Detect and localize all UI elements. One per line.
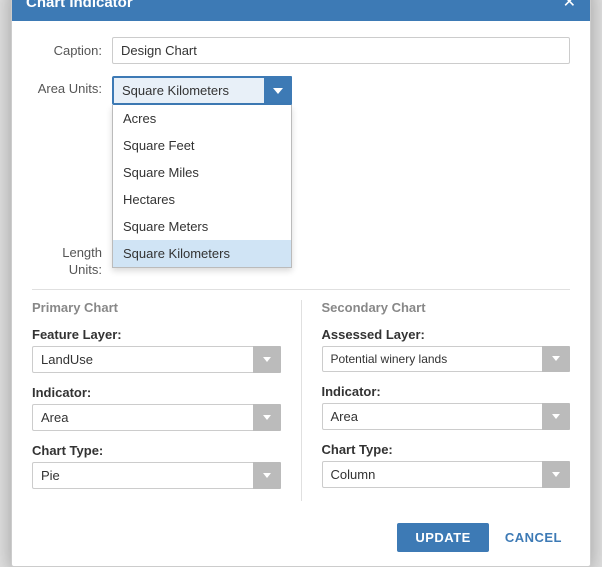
close-button[interactable]: ✕	[563, 0, 576, 11]
area-units-option-acres[interactable]: Acres	[113, 105, 291, 132]
primary-feature-layer-dropdown[interactable]: LandUse	[32, 346, 281, 373]
primary-chart-type-dropdown[interactable]: Pie	[32, 462, 281, 489]
primary-indicator-dropdown[interactable]: Area	[32, 404, 281, 431]
area-units-option-sqmeters[interactable]: Square Meters	[113, 213, 291, 240]
primary-chart-type-value[interactable]: Pie	[32, 462, 281, 489]
update-button[interactable]: UPDATE	[397, 523, 488, 552]
secondary-assessed-layer-value[interactable]: Potential winery lands	[322, 346, 571, 372]
primary-chart-column: Primary Chart Feature Layer: LandUse Ind…	[32, 300, 302, 501]
area-units-option-sqfeet[interactable]: Square Feet	[113, 132, 291, 159]
dialog-title: Chart Indicator	[26, 0, 133, 11]
secondary-assessed-layer-label: Assessed Layer:	[322, 327, 571, 342]
charts-section: Primary Chart Feature Layer: LandUse Ind…	[32, 300, 570, 501]
primary-feature-layer-label: Feature Layer:	[32, 327, 281, 342]
primary-chart-type-label: Chart Type:	[32, 443, 281, 458]
secondary-assessed-layer-dropdown[interactable]: Potential winery lands	[322, 346, 571, 372]
area-units-menu: Acres Square Feet Square Miles Hectares …	[112, 105, 292, 268]
primary-indicator-value[interactable]: Area	[32, 404, 281, 431]
divider	[32, 289, 570, 290]
area-units-option-sqmiles[interactable]: Square Miles	[113, 159, 291, 186]
secondary-indicator-dropdown[interactable]: Area	[322, 403, 571, 430]
length-units-label: LengthUnits:	[32, 245, 112, 279]
primary-feature-layer-value[interactable]: LandUse	[32, 346, 281, 373]
area-units-selected[interactable]: Square Kilometers	[112, 76, 292, 105]
secondary-chart-title: Secondary Chart	[322, 300, 571, 315]
cancel-button[interactable]: CANCEL	[497, 523, 570, 552]
area-units-label: Area Units:	[32, 76, 112, 96]
dialog-body: Caption: Area Units: Square Kilometers A…	[12, 21, 590, 513]
secondary-chart-column: Secondary Chart Assessed Layer: Potentia…	[302, 300, 571, 501]
secondary-indicator-value[interactable]: Area	[322, 403, 571, 430]
caption-label: Caption:	[32, 43, 112, 58]
area-units-row: Area Units: Square Kilometers Acres Squa…	[32, 76, 570, 105]
secondary-chart-type-dropdown[interactable]: Column	[322, 461, 571, 488]
secondary-indicator-label: Indicator:	[322, 384, 571, 399]
primary-indicator-label: Indicator:	[32, 385, 281, 400]
chart-indicator-dialog: Chart Indicator ✕ Caption: Area Units: S…	[11, 0, 591, 567]
area-units-option-hectares[interactable]: Hectares	[113, 186, 291, 213]
primary-chart-title: Primary Chart	[32, 300, 281, 315]
dialog-header: Chart Indicator ✕	[12, 0, 590, 21]
caption-row: Caption:	[32, 37, 570, 64]
area-units-dropdown[interactable]: Square Kilometers Acres Square Feet Squa…	[112, 76, 292, 105]
secondary-chart-type-label: Chart Type:	[322, 442, 571, 457]
secondary-chart-type-value[interactable]: Column	[322, 461, 571, 488]
area-units-option-sqkilometers[interactable]: Square Kilometers	[113, 240, 291, 267]
caption-input[interactable]	[112, 37, 570, 64]
dialog-footer: UPDATE CANCEL	[12, 513, 590, 566]
